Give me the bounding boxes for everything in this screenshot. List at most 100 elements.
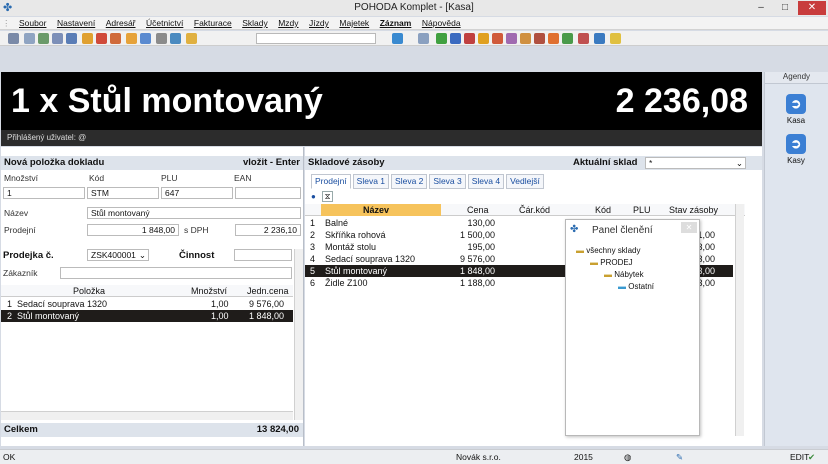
minimize-button[interactable]: – bbox=[750, 1, 772, 15]
stock-cell-n: 4 bbox=[310, 254, 316, 264]
tree-item-nabytek[interactable]: ▬ Nábytek bbox=[604, 270, 644, 279]
toolbar-icon[interactable] bbox=[418, 33, 429, 44]
menu-ucetnictvi[interactable]: Účetnictví bbox=[142, 17, 187, 30]
agenda-kasy[interactable]: ➲ Kasy bbox=[781, 134, 811, 165]
menu-fakturace[interactable]: Fakturace bbox=[190, 17, 236, 30]
menu-zaznam[interactable]: Záznam bbox=[376, 17, 416, 30]
toolbar-icon[interactable] bbox=[110, 33, 121, 44]
dot-icon[interactable]: ● bbox=[311, 192, 316, 201]
toolbar-icon[interactable] bbox=[534, 33, 545, 44]
menu-majetek[interactable]: Majetek bbox=[335, 17, 373, 30]
toolbar-icon[interactable] bbox=[478, 33, 489, 44]
toolbar-icon[interactable] bbox=[156, 33, 167, 44]
cinnost-field[interactable] bbox=[234, 249, 292, 261]
sdph-field[interactable]: 2 236,10 bbox=[235, 224, 301, 236]
toolbar-icon[interactable] bbox=[436, 33, 447, 44]
zakaznik-field[interactable] bbox=[60, 267, 292, 279]
toolbar-icon[interactable] bbox=[96, 33, 107, 44]
toolbar-icon[interactable] bbox=[610, 33, 621, 44]
globe-icon: ◍ bbox=[624, 452, 632, 462]
toolbar-icon[interactable] bbox=[520, 33, 531, 44]
stock-cell-price: 130,00 bbox=[467, 218, 495, 228]
nazev-field[interactable]: Stůl montovaný bbox=[87, 207, 301, 219]
stock-cell-price: 195,00 bbox=[467, 242, 495, 252]
kod-field[interactable]: STM bbox=[87, 187, 159, 199]
toolbar-icon[interactable] bbox=[506, 33, 517, 44]
toolbar-icon[interactable] bbox=[126, 33, 137, 44]
menu-jizdy[interactable]: Jízdy bbox=[305, 17, 333, 30]
warehouse-select[interactable]: * ⌄ bbox=[645, 157, 746, 169]
stock-grid-header: Název Cena Čár.kód Kód PLU Stav zásoby bbox=[305, 204, 745, 216]
title-bar: ✤ POHODA Komplet - [Kasa] – □ ✕ bbox=[0, 0, 828, 16]
tab-prodejni[interactable]: Prodejní bbox=[311, 174, 351, 189]
chevron-down-icon[interactable]: ⌄ bbox=[139, 250, 146, 260]
toolbar-icon[interactable] bbox=[392, 33, 403, 44]
menu-napoveda[interactable]: Nápověda bbox=[418, 17, 465, 30]
plu-label: PLU bbox=[161, 173, 178, 183]
ean-field[interactable] bbox=[235, 187, 301, 199]
toolbar-icon[interactable] bbox=[66, 33, 77, 44]
toolbar-icon[interactable] bbox=[548, 33, 559, 44]
menu-soubor[interactable]: Soubor bbox=[15, 17, 50, 30]
maximize-button[interactable]: □ bbox=[774, 1, 796, 15]
agendy-title: Agendy bbox=[765, 72, 828, 84]
menu-nastaveni[interactable]: Nastavení bbox=[53, 17, 99, 30]
agenda-kasa[interactable]: ➲ Kasa bbox=[781, 94, 811, 125]
vertical-scrollbar[interactable] bbox=[735, 204, 744, 436]
tab-sleva-1[interactable]: Sleva 1 bbox=[352, 174, 390, 189]
pen-icon: ✎ bbox=[676, 452, 684, 462]
horizontal-scrollbar[interactable] bbox=[1, 411, 293, 420]
table-row[interactable]: 1 Sedací souprava 1320 1,00 9 576,00 bbox=[1, 298, 293, 310]
plu-field[interactable]: 647 bbox=[161, 187, 233, 199]
panel-close-icon[interactable]: ✕ bbox=[681, 222, 697, 233]
menu-mzdy[interactable]: Mzdy bbox=[274, 17, 302, 30]
stock-cell-name: Skříňka rohová bbox=[325, 230, 386, 240]
toolbar-icon[interactable] bbox=[594, 33, 605, 44]
status-year: 2015 bbox=[574, 452, 593, 462]
prodejni-field[interactable]: 1 848,00 bbox=[87, 224, 179, 236]
tab-sleva-3[interactable]: Sleva 3 bbox=[429, 174, 466, 189]
toolbar-icon[interactable] bbox=[24, 33, 35, 44]
tree-item-ostatni[interactable]: ▬ Ostatní bbox=[618, 282, 654, 291]
toolbar-icon[interactable] bbox=[170, 33, 181, 44]
display-product: 1 x Stůl montovaný bbox=[11, 82, 323, 120]
toolbar-icon[interactable] bbox=[8, 33, 19, 44]
toolbar-icon[interactable] bbox=[140, 33, 151, 44]
tree-item-vsechny-sklady[interactable]: ▬ všechny sklady bbox=[576, 246, 640, 255]
toolbar-icon[interactable] bbox=[38, 33, 49, 44]
kasa-icon: ➲ bbox=[786, 94, 806, 114]
toolbar-icon[interactable] bbox=[186, 33, 197, 44]
filter-icon[interactable]: ⧖ bbox=[322, 191, 333, 202]
chevron-down-icon[interactable]: ⌄ bbox=[736, 158, 743, 168]
toolbar-icon[interactable] bbox=[450, 33, 461, 44]
toolbar-icon[interactable] bbox=[464, 33, 475, 44]
toolbar bbox=[0, 31, 828, 46]
stock-cell-n: 3 bbox=[310, 242, 316, 252]
close-button[interactable]: ✕ bbox=[798, 1, 826, 15]
toolbar-icon[interactable] bbox=[82, 33, 93, 44]
panel-cleneni: ✤ Panel členění ✕ ▬ všechny sklady ▬ PRO… bbox=[565, 219, 700, 436]
menu-sklady[interactable]: Sklady bbox=[238, 17, 272, 30]
stock-cell-price: 9 576,00 bbox=[459, 254, 495, 264]
menu-adresar[interactable]: Adresář bbox=[102, 17, 140, 30]
toolbar-icon[interactable] bbox=[562, 33, 573, 44]
folder-icon: ▬ bbox=[618, 282, 626, 291]
total-amount: 13 824,00 bbox=[256, 424, 299, 435]
tree-item-prodej[interactable]: ▬ PRODEJ bbox=[590, 258, 633, 267]
stock-cell-name: Sedací souprava 1320 bbox=[325, 254, 416, 264]
toolbar-combo[interactable] bbox=[256, 33, 376, 44]
mnozstvi-label: Množství bbox=[4, 173, 39, 183]
logged-user: Přihlášený uživatel: @ bbox=[7, 133, 87, 142]
mnozstvi-field[interactable]: 1 bbox=[3, 187, 85, 199]
table-row-selected[interactable]: 2 Stůl montovaný 1,00 1 848,00 bbox=[1, 310, 293, 322]
toolbar-icon[interactable] bbox=[492, 33, 503, 44]
vertical-scrollbar[interactable] bbox=[294, 249, 303, 420]
insert-enter-label[interactable]: vložit - Enter bbox=[243, 156, 300, 170]
tab-vedlejsi[interactable]: Vedlejší bbox=[506, 174, 544, 189]
toolbar-icon[interactable] bbox=[52, 33, 63, 44]
tab-sleva-4[interactable]: Sleva 4 bbox=[467, 174, 505, 189]
folder-icon: ▬ bbox=[590, 258, 598, 267]
prodejka-number-field[interactable]: ZSK400001 ⌄ bbox=[87, 249, 149, 261]
tab-sleva-2[interactable]: Sleva 2 bbox=[391, 174, 428, 189]
toolbar-icon[interactable] bbox=[578, 33, 589, 44]
